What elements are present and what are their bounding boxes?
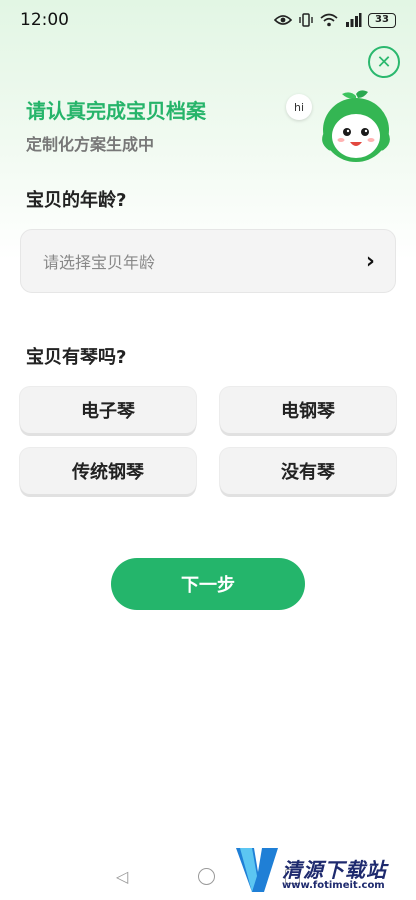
option-electronic-keyboard[interactable]: 电子琴 [20, 387, 196, 433]
piano-question-label: 宝贝有琴吗? [26, 347, 127, 368]
vibrate-icon [299, 13, 313, 27]
option-digital-piano[interactable]: 电钢琴 [220, 387, 396, 433]
cellular-signal-icon [346, 13, 362, 27]
battery-icon: 33 [368, 12, 396, 28]
age-question-label: 宝贝的年龄? [26, 190, 127, 211]
status-icons: 33 [274, 12, 396, 28]
eye-icon [274, 15, 292, 25]
status-bar: 12:00 33 [0, 0, 416, 40]
chevron-right-icon: › [365, 248, 375, 274]
watermark: 清源下载站 www.fotimeit.com [234, 842, 412, 896]
age-select-placeholder: 请选择宝贝年龄 [43, 253, 156, 272]
option-acoustic-piano[interactable]: 传统钢琴 [20, 448, 196, 494]
nav-home-icon[interactable] [198, 867, 216, 885]
nav-back-icon[interactable]: ◁ [116, 867, 128, 886]
page-subtitle: 定制化方案生成中 [26, 135, 155, 154]
option-no-piano[interactable]: 没有琴 [220, 448, 396, 494]
mascot: hi [286, 90, 406, 170]
next-button[interactable]: 下一步 [111, 558, 305, 610]
watermark-title: 清源下载站 [282, 858, 387, 882]
page-title: 请认真完成宝贝档案 [26, 99, 206, 123]
close-icon: ✕ [376, 51, 392, 73]
watermark-url: www.fotimeit.com [282, 880, 385, 891]
close-button[interactable]: ✕ [368, 46, 400, 78]
mascot-character-icon [322, 90, 390, 162]
status-time: 12:00 [20, 10, 69, 30]
age-select[interactable]: 请选择宝贝年龄 › [20, 229, 396, 293]
greeting-bubble: hi [286, 94, 312, 120]
wifi-icon [320, 13, 338, 27]
watermark-logo-icon [236, 848, 278, 892]
